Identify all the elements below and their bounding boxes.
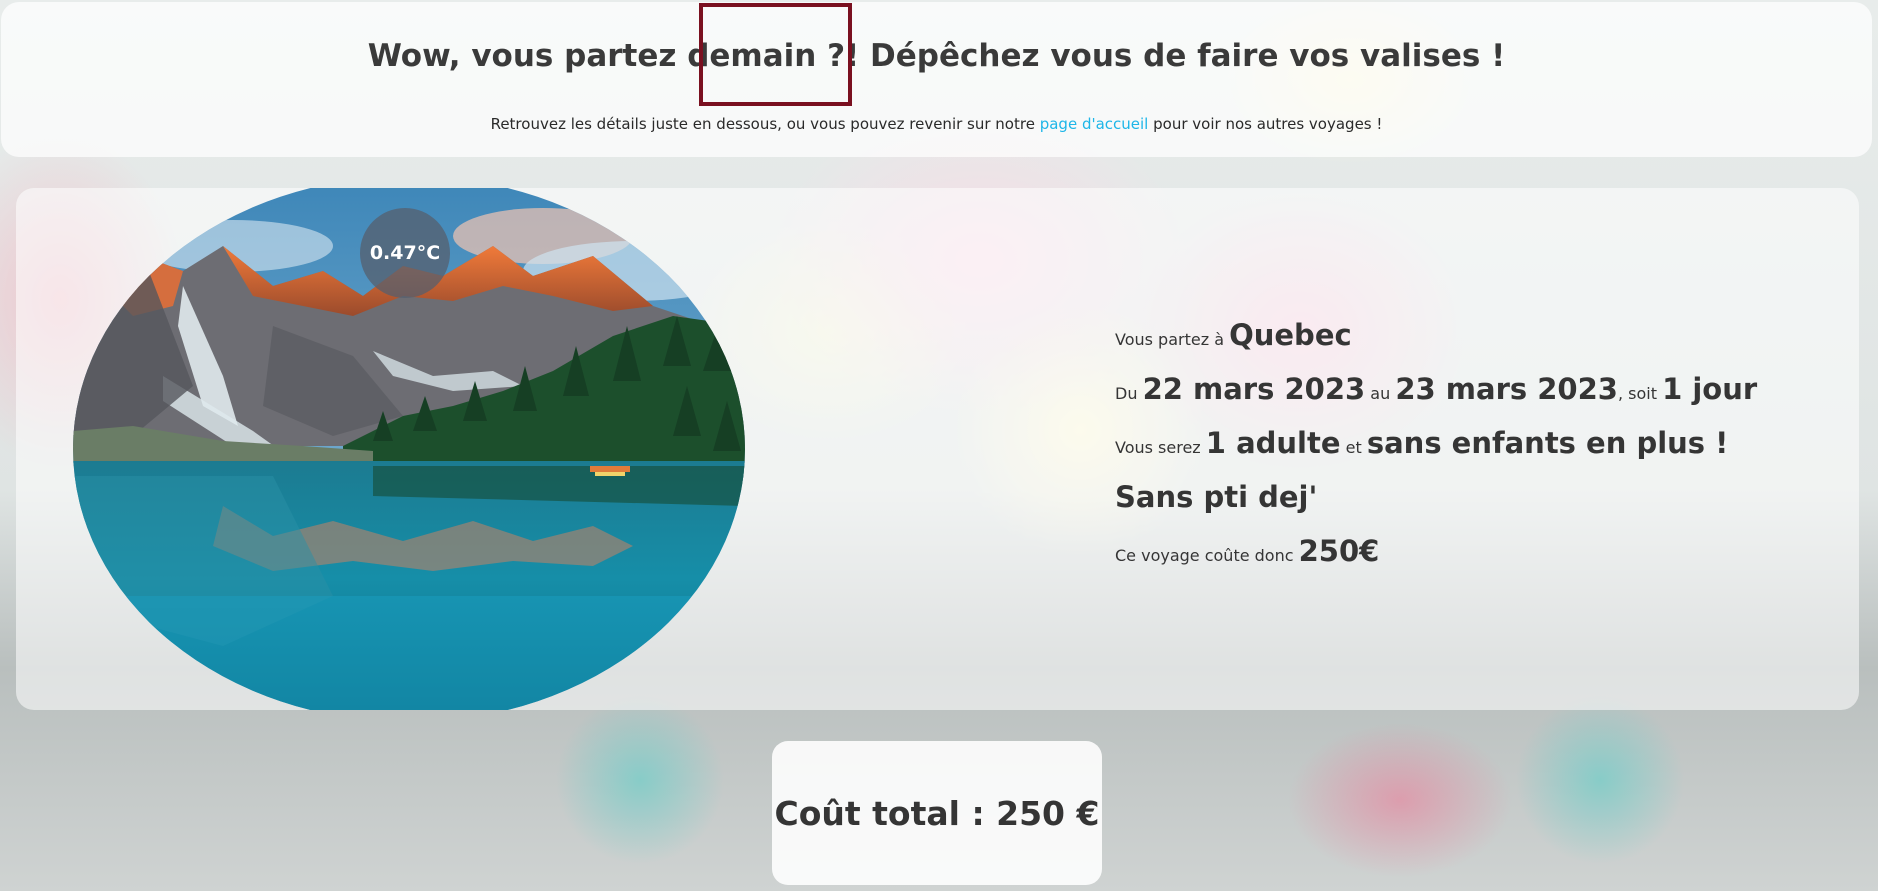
children-count: sans enfants en plus !	[1366, 426, 1729, 460]
destination-prefix: Vous partez à	[1115, 330, 1224, 349]
total-cost-card: Coût total : 250 €	[772, 741, 1102, 885]
header-card: Wow, vous partez demain ?! Dépêchez vous…	[1, 2, 1872, 157]
to-prefix: au	[1370, 384, 1391, 403]
cost-line: Ce voyage coûte donc 250€	[1115, 534, 1757, 588]
temperature-badge: 0.47°C	[360, 208, 450, 298]
destination-value: Quebec	[1229, 318, 1352, 352]
trip-cost: 250€	[1298, 534, 1380, 568]
dates-line: Du 22 mars 2023 au 23 mars 2023, soit 1 …	[1115, 372, 1757, 426]
cost-prefix: Ce voyage coûte donc	[1115, 546, 1294, 565]
people-line: Vous serez 1 adulte et sans enfants en p…	[1115, 426, 1757, 480]
from-prefix: Du	[1115, 384, 1138, 403]
trip-details-card: 0.47°C Vous partez à Quebec Du 22 mars 2…	[16, 188, 1859, 710]
and-word: et	[1345, 438, 1362, 457]
subtitle-text-before: Retrouvez les détails juste en dessous, …	[490, 115, 1035, 133]
end-date: 23 mars 2023	[1395, 372, 1618, 406]
start-date: 22 mars 2023	[1142, 372, 1366, 406]
subtitle-text-after: pour voir nos autres voyages !	[1153, 115, 1383, 133]
page-title: Wow, vous partez demain ?! Dépêchez vous…	[367, 38, 1506, 74]
trip-duration: 1 jour	[1662, 372, 1758, 406]
breakfast-option: Sans pti dej'	[1115, 480, 1318, 514]
trip-details: Vous partez à Quebec Du 22 mars 2023 au …	[1115, 318, 1757, 588]
duration-prefix: , soit	[1617, 384, 1657, 403]
total-cost-label: Coût total : 250 €	[774, 793, 1100, 833]
adults-count: 1 adulte	[1205, 426, 1341, 460]
destination-line: Vous partez à Quebec	[1115, 318, 1757, 372]
page-subtitle: Retrouvez les détails juste en dessous, …	[1, 115, 1872, 133]
highlight-box	[699, 3, 852, 106]
breakfast-line: Sans pti dej'	[1115, 480, 1757, 534]
home-page-link[interactable]: page d'accueil	[1040, 115, 1149, 133]
people-prefix: Vous serez	[1115, 438, 1201, 457]
